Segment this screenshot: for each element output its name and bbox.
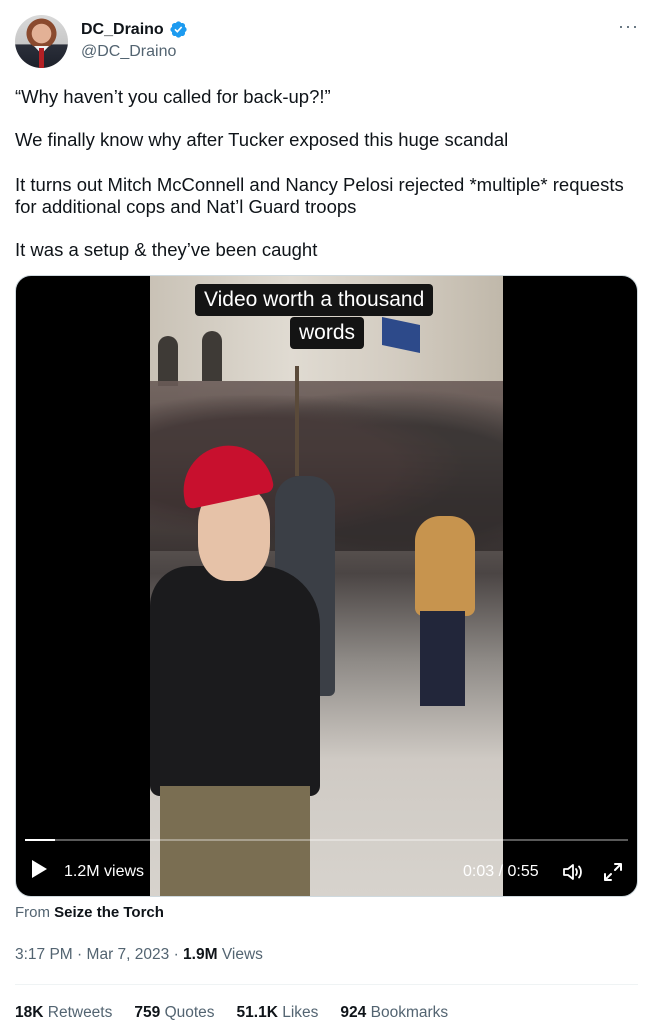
author-name-row: DC_Draino <box>81 20 188 39</box>
verified-badge-icon <box>170 21 187 38</box>
video-source: From Seize the Torch <box>15 904 164 921</box>
bookmarks-stat[interactable]: 924 Bookmarks <box>340 1004 448 1022</box>
more-options-icon[interactable]: ··· <box>618 17 639 35</box>
likes-count: 51.1K <box>236 1004 278 1021</box>
video-caption-line-1: Video worth a thousand <box>195 284 434 316</box>
tweet-date[interactable]: Mar 7, 2023 <box>87 946 170 963</box>
bookmarks-count: 924 <box>340 1004 367 1021</box>
author-handle[interactable]: @DC_Draino <box>81 43 176 61</box>
quotes-stat[interactable]: 759 Quotes <box>134 1004 214 1022</box>
tweet-time[interactable]: 3:17 PM <box>15 946 73 963</box>
tweet-text-paragraph: It was a setup & they’ve been caught <box>15 239 318 260</box>
video-view-count: 1.2M views <box>64 863 145 880</box>
meta-separator: · <box>77 946 83 963</box>
quotes-label: Quotes <box>164 1004 215 1021</box>
play-icon[interactable] <box>32 860 47 878</box>
video-caption-line-2: words <box>290 317 365 349</box>
avatar[interactable] <box>15 15 68 68</box>
video-caption: Video worth a thousand <box>195 284 434 316</box>
video-source-prefix: From <box>15 904 50 921</box>
fullscreen-icon[interactable] <box>602 861 624 883</box>
tweet-meta: 3:17 PM · Mar 7, 2023 · 1.9M Views <box>15 946 263 964</box>
tweet-text-paragraph: It turns out Mitch McConnell and Nancy P… <box>15 174 624 217</box>
video-controls: 1.2M views 0:03 / 0:55 <box>16 856 637 886</box>
meta-separator: · <box>173 946 179 963</box>
video-frame[interactable]: Video worth a thousand words <box>150 276 503 896</box>
divider <box>15 984 638 985</box>
tweet-views-count: 1.9M <box>183 946 218 963</box>
tweet-views-label: Views <box>221 946 263 963</box>
quotes-count: 759 <box>134 1004 161 1021</box>
volume-icon[interactable] <box>561 862 585 882</box>
bookmarks-label: Bookmarks <box>370 1004 449 1021</box>
tweet-text-paragraph: We finally know why after Tucker exposed… <box>15 129 509 150</box>
video-progress-fill <box>25 839 56 841</box>
likes-stat[interactable]: 51.1K Likes <box>237 1004 319 1022</box>
tweet-stats: 18K Retweets 759 Quotes 51.1K Likes 924 … <box>15 1004 448 1022</box>
retweets-label: Retweets <box>47 1004 113 1021</box>
author-display-name[interactable]: DC_Draino <box>81 21 164 39</box>
video-caption: words <box>290 317 365 349</box>
retweets-stat[interactable]: 18K Retweets <box>15 1004 112 1022</box>
video-progress-bar[interactable] <box>25 839 628 841</box>
likes-label: Likes <box>282 1004 319 1021</box>
retweets-count: 18K <box>15 1004 44 1021</box>
tweet-text-paragraph: “Why haven’t you called for back-up?!” <box>15 86 331 107</box>
tweet-header: DC_Draino @DC_Draino ··· <box>15 15 639 69</box>
video-player[interactable]: Video worth a thousand words 1.2M views … <box>15 275 638 897</box>
video-time: 0:03 / 0:55 <box>463 863 539 880</box>
video-source-name[interactable]: Seize the Torch <box>54 904 164 921</box>
